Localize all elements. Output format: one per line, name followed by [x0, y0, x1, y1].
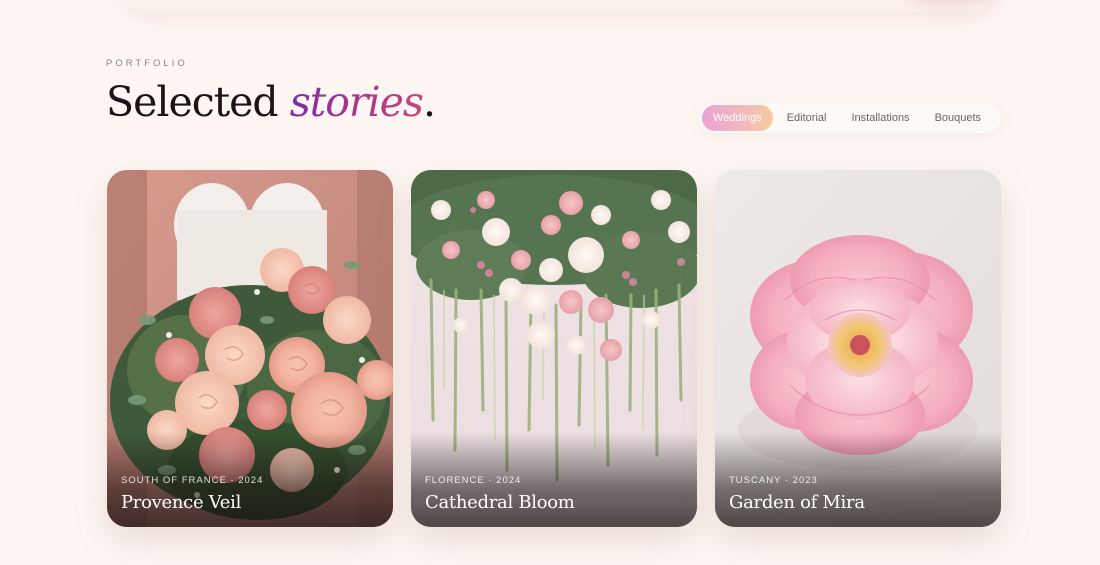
card-location-year: SOUTH OF FRANCE · 2024 — [121, 475, 264, 486]
portfolio-section: PORTFOLIO Selected stories. Weddings Edi… — [0, 0, 1100, 565]
project-card-garden-of-mira[interactable]: TUSCANY · 2023 Garden of Mira — [715, 170, 1001, 527]
category-filter-tabs: Weddings Editorial Installations Bouquet… — [699, 103, 1001, 133]
project-card-provence-veil[interactable]: SOUTH OF FRANCE · 2024 Provence Veil — [107, 170, 393, 527]
section-title: Selected stories. — [106, 78, 436, 126]
filter-tab-editorial[interactable]: Editorial — [776, 105, 838, 131]
project-card-cathedral-bloom[interactable]: FLORENCE · 2024 Cathedral Bloom — [411, 170, 697, 527]
section-title-end: . — [422, 78, 436, 126]
filter-tab-installations[interactable]: Installations — [840, 105, 920, 131]
card-title: Provence Veil — [121, 492, 242, 513]
section-eyebrow: PORTFOLIO — [106, 58, 188, 69]
card-title: Garden of Mira — [729, 492, 865, 513]
section-title-main: Selected — [106, 78, 290, 126]
filter-tab-bouquets[interactable]: Bouquets — [924, 105, 992, 131]
card-title: Cathedral Bloom — [425, 492, 575, 513]
section-title-accent: stories — [289, 78, 424, 126]
card-location-year: FLORENCE · 2024 — [425, 475, 522, 486]
filter-tab-weddings[interactable]: Weddings — [702, 105, 773, 131]
card-location-year: TUSCANY · 2023 — [729, 475, 818, 486]
top-nav-edge — [120, 0, 1000, 12]
